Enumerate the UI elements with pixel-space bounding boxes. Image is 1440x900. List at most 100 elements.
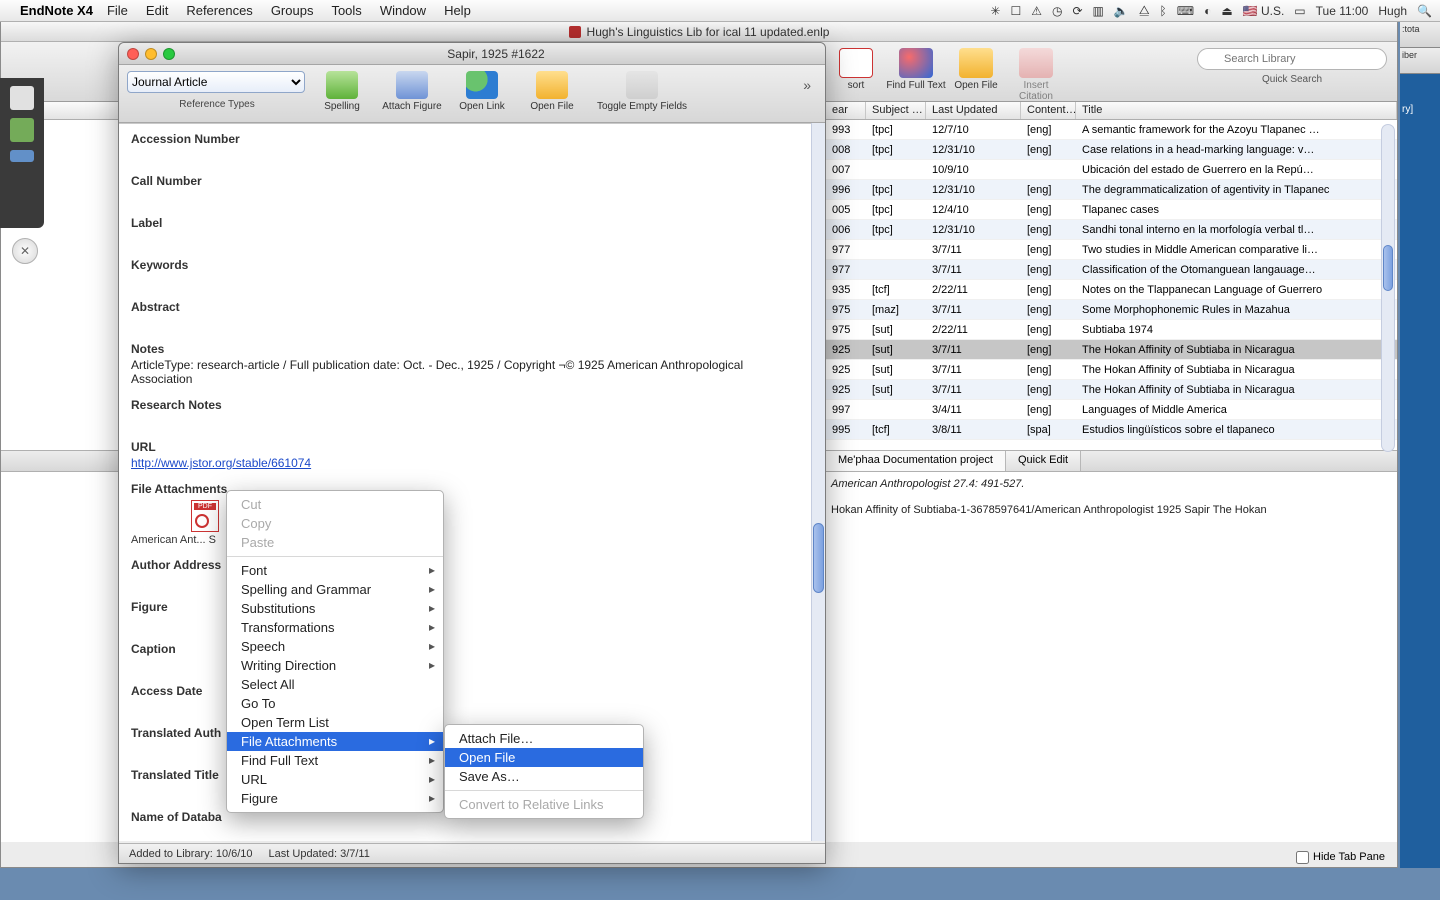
dropbox-icon[interactable]: ☐ (1010, 4, 1021, 18)
library-row[interactable]: 9773/7/11[eng]Classification of the Otom… (826, 260, 1397, 280)
toolbar-open-link[interactable]: Open Link (447, 71, 517, 112)
menu-file[interactable]: File (107, 3, 128, 18)
menu-tools[interactable]: Tools (331, 3, 361, 18)
url-link[interactable]: http://www.jstor.org/stable/661074 (131, 456, 311, 470)
library-row[interactable]: 9973/4/11[eng]Languages of Middle Americ… (826, 400, 1397, 420)
context-menu-item[interactable]: Speech (227, 637, 443, 656)
toolbar-find-full-text[interactable]: Find Full Text (886, 48, 946, 91)
context-menu-item[interactable]: Open Term List (227, 713, 443, 732)
context-submenu-file-attachments[interactable]: Attach File…Open FileSave As…Convert to … (444, 724, 644, 819)
context-menu-item[interactable]: Select All (227, 675, 443, 694)
context-menu-item[interactable]: Transformations (227, 618, 443, 637)
context-menu-item[interactable]: Substitutions (227, 599, 443, 618)
library-titlebar[interactable]: Hugh's Linguistics Lib for ical 11 updat… (1, 22, 1397, 42)
library-row[interactable]: 925[sut]3/7/11[eng]The Hokan Affinity of… (826, 380, 1397, 400)
context-menu-item[interactable]: Spelling and Grammar (227, 580, 443, 599)
field-keywords-value[interactable] (131, 274, 771, 288)
toolbar-overflow-button[interactable]: » (797, 71, 817, 99)
scrollbar-thumb[interactable] (1383, 245, 1393, 291)
field-url-value[interactable]: http://www.jstor.org/stable/661074 (131, 456, 771, 470)
library-row[interactable]: 996[tpc]12/31/10[eng]The degrammaticaliz… (826, 180, 1397, 200)
field-call-value[interactable] (131, 190, 771, 204)
library-row[interactable]: 005[tpc]12/4/10[eng]Tlapanec cases (826, 200, 1397, 220)
menu-window[interactable]: Window (380, 3, 426, 18)
palette-close-button[interactable]: ✕ (12, 238, 38, 264)
library-row[interactable]: 975[sut]2/22/11[eng]Subtiaba 1974 (826, 320, 1397, 340)
context-menu-item[interactable]: Figure (227, 789, 443, 808)
field-research-notes-value[interactable] (131, 414, 771, 428)
volume-icon[interactable]: 🔈 (1114, 4, 1129, 18)
context-submenu-item[interactable]: Save As… (445, 767, 643, 786)
context-menu-item[interactable]: Find Full Text (227, 751, 443, 770)
app-name[interactable]: EndNote X4 (20, 3, 93, 18)
library-row[interactable]: 9773/7/11[eng]Two studies in Middle Amer… (826, 240, 1397, 260)
field-database-name-value[interactable] (131, 826, 771, 840)
library-row[interactable]: 008[tpc]12/31/10[eng]Case relations in a… (826, 140, 1397, 160)
bluetooth-icon[interactable]: ᛒ (1160, 4, 1167, 18)
library-vertical-scrollbar[interactable] (1381, 124, 1395, 452)
toolbar-open-file[interactable]: Open File (946, 48, 1006, 91)
record-vertical-scrollbar[interactable] (811, 123, 825, 841)
library-row[interactable]: 993[tpc]12/7/10[eng]A semantic framework… (826, 120, 1397, 140)
tab-quick-edit[interactable]: Quick Edit (1006, 451, 1081, 471)
hide-tab-pane-checkbox[interactable]: Hide Tab Pane (1296, 851, 1385, 864)
palette-icon[interactable] (10, 150, 34, 162)
context-menu[interactable]: CutCopyPasteFontSpelling and GrammarSubs… (226, 490, 444, 813)
browser-tab[interactable]: :tota (1400, 22, 1440, 48)
window-minimize-button[interactable] (145, 48, 157, 60)
pdf-attachment-icon[interactable] (191, 500, 219, 532)
sync-icon[interactable]: ⟳ (1072, 4, 1082, 18)
toolbar-spelling[interactable]: Spelling (307, 71, 377, 112)
field-abstract-value[interactable] (131, 316, 771, 330)
library-row[interactable]: 935[tcf]2/22/11[eng]Notes on the Tlappan… (826, 280, 1397, 300)
eject-icon[interactable]: ⏏ (1221, 4, 1232, 18)
toolbar-attach-figure[interactable]: Attach Figure (377, 71, 447, 112)
clock-icon[interactable]: ◷ (1052, 4, 1062, 18)
menuextra-icon[interactable]: ✳︎ (990, 4, 1000, 18)
tab-project[interactable]: Me'phaa Documentation project (826, 451, 1006, 471)
field-label-value[interactable] (131, 232, 771, 246)
context-menu-item[interactable]: Font (227, 561, 443, 580)
scrollbar-thumb[interactable] (813, 523, 824, 593)
field-accession-value[interactable] (131, 148, 771, 162)
column-subject[interactable]: Subject … (866, 102, 926, 119)
library-row[interactable]: 006[tpc]12/31/10[eng]Sandhi tonal intern… (826, 220, 1397, 240)
left-palette-window[interactable] (0, 78, 44, 228)
display-icon[interactable]: ▥ (1093, 4, 1104, 18)
library-row[interactable]: 995[tcf]3/8/11[spa]Estudios lingüísticos… (826, 420, 1397, 440)
input-locale[interactable]: 🇺🇸 U.S. (1243, 4, 1285, 18)
field-notes-value[interactable]: ArticleType: research-article / Full pub… (131, 358, 771, 386)
context-menu-item[interactable]: URL (227, 770, 443, 789)
menu-help[interactable]: Help (444, 3, 471, 18)
column-last-updated[interactable]: Last Updated (926, 102, 1021, 119)
reference-type-select[interactable]: Journal Article (127, 71, 305, 93)
context-submenu-item[interactable]: Attach File… (445, 729, 643, 748)
keyboard-icon[interactable]: ⌨ (1177, 4, 1194, 18)
toolbar-insert-citation[interactable]: Insert Citation (1006, 48, 1066, 102)
palette-icon[interactable] (10, 118, 34, 142)
palette-icon[interactable] (10, 86, 34, 110)
library-row[interactable]: 925[sut]3/7/11[eng]The Hokan Affinity of… (826, 340, 1397, 360)
context-menu-item[interactable]: Writing Direction (227, 656, 443, 675)
wifi-icon[interactable]: ⧋ (1139, 3, 1150, 18)
menubar-clock[interactable]: Tue 11:00 (1316, 4, 1369, 18)
library-row[interactable]: 975[maz]3/7/11[eng]Some Morphophonemic R… (826, 300, 1397, 320)
battery-icon[interactable]: ▭ (1294, 4, 1305, 18)
window-close-button[interactable] (127, 48, 139, 60)
library-row[interactable]: 925[sut]3/7/11[eng]The Hokan Affinity of… (826, 360, 1397, 380)
library-search-input[interactable] (1197, 48, 1387, 70)
record-titlebar[interactable]: Sapir, 1925 #1622 (119, 43, 825, 65)
menubar-user[interactable]: Hugh (1378, 4, 1407, 18)
toolbar-sort-button[interactable]: sort (826, 48, 886, 91)
menu-references[interactable]: References (186, 3, 252, 18)
column-year[interactable]: ear (826, 102, 866, 119)
library-row[interactable]: 00710/9/10Ubicación del estado de Guerre… (826, 160, 1397, 180)
warning-icon[interactable]: ⚠︎ (1031, 4, 1042, 18)
context-menu-item[interactable]: File Attachments (227, 732, 443, 751)
column-title[interactable]: Title (1076, 102, 1397, 119)
toolbar-toggle-empty-fields[interactable]: Toggle Empty Fields (587, 71, 697, 112)
browser-tab[interactable]: iber (1400, 48, 1440, 74)
spotlight-icon[interactable]: 🔍 (1417, 4, 1432, 18)
toolbar-open-file[interactable]: Open File (517, 71, 587, 112)
timemachine-icon[interactable]: ◐ (1204, 4, 1211, 18)
